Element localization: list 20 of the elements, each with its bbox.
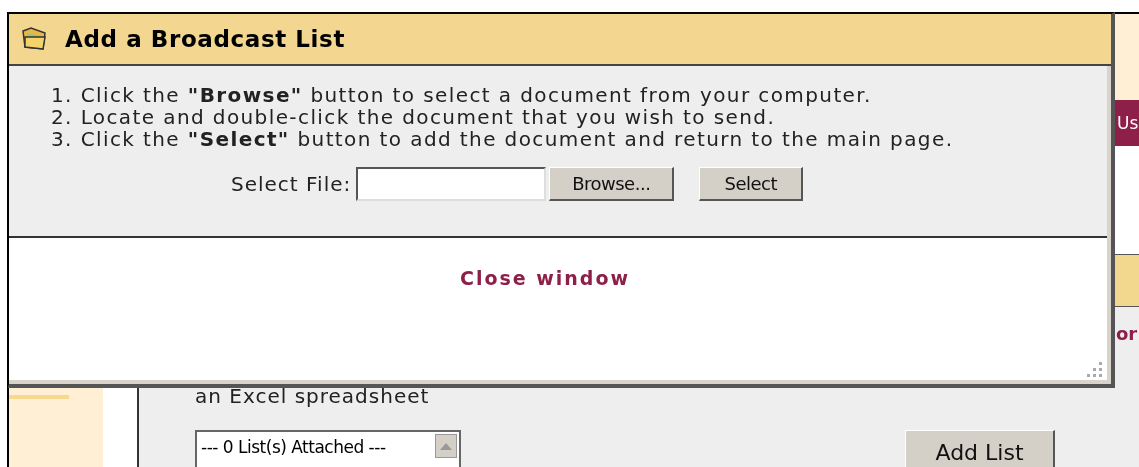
instruction-step: 2. Locate and double-click the document that you wish to send. <box>51 106 1107 128</box>
side-tab[interactable]: Us <box>1115 100 1139 146</box>
side-text: or <box>1115 323 1139 345</box>
description-text: an Excel spreadsheet <box>195 384 431 408</box>
add-list-button[interactable]: Add List <box>905 430 1055 467</box>
section-bar <box>1115 254 1139 307</box>
dialog-title: Add a Broadcast List <box>65 24 345 54</box>
side-stripe <box>9 395 69 399</box>
browse-button[interactable]: Browse... <box>549 167 675 201</box>
instruction-step: 1. Click the "Browse" button to select a document from your computer. <box>51 84 1107 106</box>
close-window-link[interactable]: Close window <box>459 264 631 293</box>
folder-icon <box>21 27 47 51</box>
select-button[interactable]: Select <box>699 167 804 201</box>
list-box[interactable]: --- 0 List(s) Attached --- <box>195 430 461 467</box>
resize-grip-icon[interactable] <box>1086 361 1103 378</box>
file-input-field[interactable] <box>356 167 547 201</box>
up-arrow-icon <box>440 442 452 450</box>
instruction-step: 3. Click the "Select" button to add the document and return to the main page. <box>51 128 1107 150</box>
scroll-up-button[interactable] <box>435 434 457 458</box>
field-label: Select File: <box>231 171 352 198</box>
